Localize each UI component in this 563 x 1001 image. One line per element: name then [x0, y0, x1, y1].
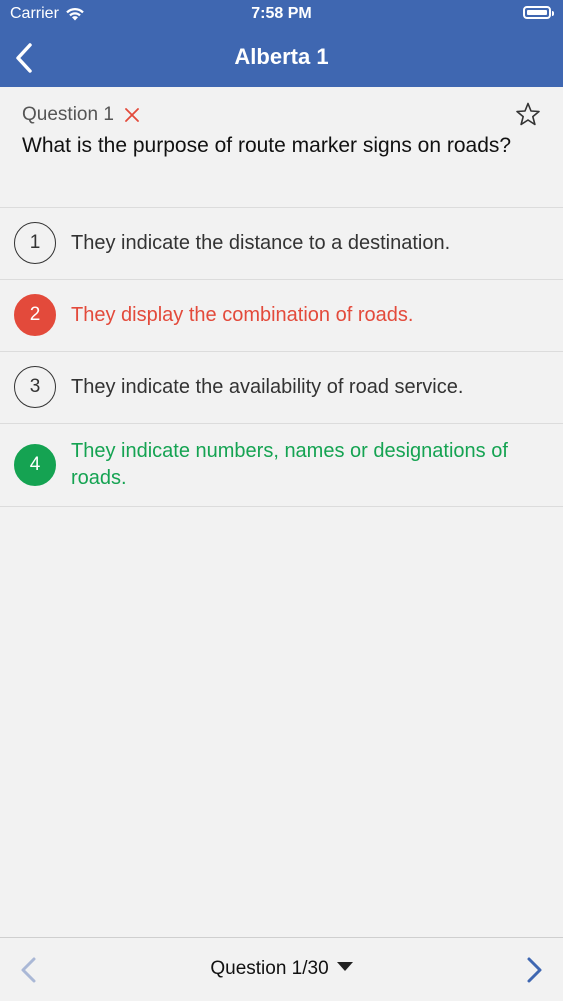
status-bar: Carrier 7:58 PM: [0, 0, 563, 30]
battery-icon: [523, 6, 554, 19]
question-header: Question 1 What is the purpose of route …: [0, 87, 563, 208]
question-number-row: Question 1: [22, 104, 140, 126]
answer-number-badge: 4: [14, 444, 56, 486]
answer-text: They display the combination of roads.: [71, 304, 414, 326]
page-title: Alberta 1: [234, 44, 329, 69]
question-label: Question 1: [22, 104, 114, 125]
answer-option-2[interactable]: 2 They display the combination of roads.: [0, 280, 563, 352]
wrong-x-icon: [125, 108, 139, 122]
answer-option-3[interactable]: 3 They indicate the availability of road…: [0, 352, 563, 424]
question-selector-label: Question 1/30: [210, 958, 329, 979]
answer-number-badge: 1: [14, 222, 56, 264]
answer-text: They indicate numbers, names or designat…: [71, 440, 508, 489]
bottom-navigation-bar: Question 1/30: [0, 937, 563, 1001]
dropdown-caret-icon: [336, 962, 353, 972]
answer-number-badge: 3: [14, 366, 56, 408]
question-text: What is the purpose of route marker sign…: [22, 134, 512, 157]
next-chevron-icon[interactable]: [519, 954, 549, 986]
question-selector[interactable]: Question 1/30: [0, 958, 563, 980]
star-icon[interactable]: [515, 101, 541, 127]
top-bar: Carrier 7:58 PM Alberta 1: [0, 0, 563, 87]
navigation-bar: Alberta 1: [0, 30, 563, 87]
status-time: 7:58 PM: [251, 5, 312, 22]
answer-text: They indicate the availability of road s…: [71, 376, 464, 398]
answer-number-badge: 2: [14, 294, 56, 336]
answer-option-4[interactable]: 4 They indicate numbers, names or design…: [0, 424, 563, 507]
answer-option-1[interactable]: 1 They indicate the distance to a destin…: [0, 208, 563, 280]
answer-text: They indicate the distance to a destinat…: [71, 232, 451, 254]
